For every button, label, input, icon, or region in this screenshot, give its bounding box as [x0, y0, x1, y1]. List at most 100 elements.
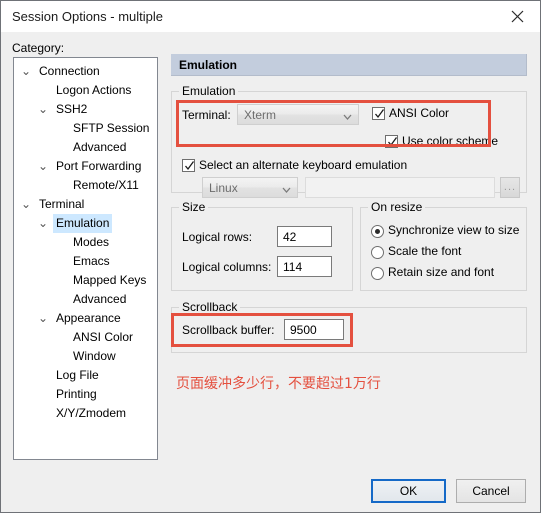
- chevron-down-icon[interactable]: ⌄: [37, 157, 49, 176]
- sidebar-item-label: Printing: [56, 387, 97, 401]
- ok-button[interactable]: OK: [371, 479, 446, 503]
- radio-circle: [371, 225, 384, 238]
- keyboard-emulation-value: Linux: [209, 181, 238, 195]
- checkbox-box: [372, 107, 385, 120]
- terminal-combobox[interactable]: Xterm: [237, 104, 359, 125]
- scrollback-buffer-input[interactable]: 9500: [284, 319, 344, 340]
- radio-label: Scale the font: [388, 244, 462, 258]
- sidebar-item-advanced[interactable]: Advanced: [14, 290, 157, 309]
- sidebar-item-label: Appearance: [56, 311, 121, 325]
- sidebar-item-label: Logon Actions: [56, 83, 132, 97]
- logical-rows-label: Logical rows:: [182, 230, 253, 244]
- sidebar-item-terminal[interactable]: ⌄ Terminal: [14, 195, 157, 214]
- chevron-down-icon[interactable]: ⌄: [37, 214, 49, 233]
- emulation-group-legend: Emulation: [179, 84, 239, 98]
- sidebar-item-mapped-keys[interactable]: Mapped Keys: [14, 271, 157, 290]
- sidebar-item-label: Window: [73, 349, 116, 363]
- sidebar-item-printing[interactable]: Printing: [14, 385, 157, 404]
- sidebar-item-label: ANSI Color: [73, 330, 134, 344]
- sidebar-item-sftp-session[interactable]: SFTP Session: [14, 119, 157, 138]
- sidebar-item-label: SSH2: [56, 102, 88, 116]
- sidebar-item-label: Remote/X11: [73, 178, 139, 192]
- sidebar-item-label: X/Y/Zmodem: [56, 406, 127, 420]
- annotation-note: 页面缓冲多少行，不要超过1万行: [176, 376, 381, 392]
- scrollback-buffer-value: 9500: [290, 323, 317, 337]
- ansi-color-checkbox[interactable]: ANSI Color: [372, 106, 449, 120]
- scrollback-group-legend: Scrollback: [179, 300, 241, 314]
- sidebar-item-emacs[interactable]: Emacs: [14, 252, 157, 271]
- onresize-group: On resize Synchronize view to size Scale…: [360, 200, 527, 291]
- logical-columns-input[interactable]: 114: [277, 256, 332, 277]
- page-title-text: Emulation: [179, 58, 238, 72]
- radio-scale-the-font[interactable]: Scale the font: [371, 244, 462, 259]
- sidebar-item-connection[interactable]: ⌄ Connection: [14, 62, 157, 81]
- sidebar-item-modes[interactable]: Modes: [14, 233, 157, 252]
- onresize-group-legend: On resize: [368, 200, 426, 214]
- sidebar-item-label: Advanced: [73, 140, 127, 154]
- chevron-down-icon[interactable]: ⌄: [37, 100, 49, 119]
- category-tree[interactable]: ⌄ Connection Logon Actions ⌄ SSH2 SFTP Sessio…: [13, 57, 158, 460]
- session-options-dialog: Session Options - multiple Category: ⌄ Co…: [0, 0, 541, 513]
- sidebar-item-emulation[interactable]: ⌄ Emulation: [14, 214, 157, 233]
- chevron-down-icon[interactable]: ⌄: [20, 62, 32, 81]
- close-icon[interactable]: [494, 1, 540, 31]
- settings-pane: Emulation Emulation Terminal: Xterm ANSI…: [167, 51, 530, 460]
- logical-columns-label: Logical columns:: [182, 260, 272, 274]
- keyboard-emulation-combobox[interactable]: Linux: [202, 177, 298, 198]
- radio-synchronize-view-to-size[interactable]: Synchronize view to size: [371, 223, 520, 238]
- scrollback-buffer-label: Scrollback buffer:: [182, 323, 275, 337]
- sidebar-item-ansi-color[interactable]: ANSI Color: [14, 328, 157, 347]
- sidebar-item-port-forwarding[interactable]: ⌄ Port Forwarding: [14, 157, 157, 176]
- alternate-keyboard-label: Select an alternate keyboard emulation: [199, 158, 408, 172]
- category-label: Category:: [12, 41, 65, 55]
- sidebar-item-x-y-zmodem[interactable]: X/Y/Zmodem: [14, 404, 157, 423]
- radio-circle: [371, 267, 384, 280]
- sidebar-item-label: Modes: [73, 235, 110, 249]
- sidebar-item-label: SFTP Session: [73, 121, 150, 135]
- chevron-down-icon[interactable]: ⌄: [20, 195, 32, 214]
- use-color-scheme-checkbox[interactable]: Use color scheme: [385, 134, 498, 148]
- emulation-group: Emulation Terminal: Xterm ANSI Color Use…: [171, 84, 527, 198]
- browse-button[interactable]: ...: [500, 177, 520, 198]
- alternate-keyboard-checkbox[interactable]: Select an alternate keyboard emulation: [182, 158, 407, 172]
- sidebar-item-advanced[interactable]: Advanced: [14, 138, 157, 157]
- sidebar-item-log-file[interactable]: Log File: [14, 366, 157, 385]
- sidebar-item-label: Emulation: [53, 214, 113, 233]
- radio-label: Synchronize view to size: [388, 223, 520, 237]
- sidebar-item-logon-actions[interactable]: Logon Actions: [14, 81, 157, 100]
- chevron-down-icon: [343, 111, 352, 120]
- logical-rows-input[interactable]: 42: [277, 226, 332, 247]
- ansi-color-label: ANSI Color: [389, 106, 450, 120]
- sidebar-item-label: Port Forwarding: [56, 159, 142, 173]
- sidebar-item-label: Mapped Keys: [73, 273, 147, 287]
- cancel-button[interactable]: Cancel: [456, 479, 526, 503]
- keyboard-file-input[interactable]: [305, 177, 495, 198]
- chevron-down-icon: [282, 184, 291, 193]
- sidebar-item-label: Connection: [39, 64, 100, 78]
- sidebar-item-remote-x11[interactable]: Remote/X11: [14, 176, 157, 195]
- sidebar-item-ssh2[interactable]: ⌄ SSH2: [14, 100, 157, 119]
- chevron-down-icon[interactable]: ⌄: [37, 309, 49, 328]
- sidebar-item-appearance[interactable]: ⌄ Appearance: [14, 309, 157, 328]
- use-color-scheme-label: Use color scheme: [402, 134, 499, 148]
- radio-retain-size-and-font[interactable]: Retain size and font: [371, 265, 494, 280]
- terminal-label: Terminal:: [182, 108, 231, 122]
- sidebar-item-window[interactable]: Window: [14, 347, 157, 366]
- terminal-combobox-value: Xterm: [244, 108, 277, 122]
- sidebar-item-label: Advanced: [73, 292, 127, 306]
- title-bar: Session Options - multiple: [1, 1, 540, 32]
- sidebar-item-label: Log File: [56, 368, 99, 382]
- logical-columns-value: 114: [283, 260, 303, 274]
